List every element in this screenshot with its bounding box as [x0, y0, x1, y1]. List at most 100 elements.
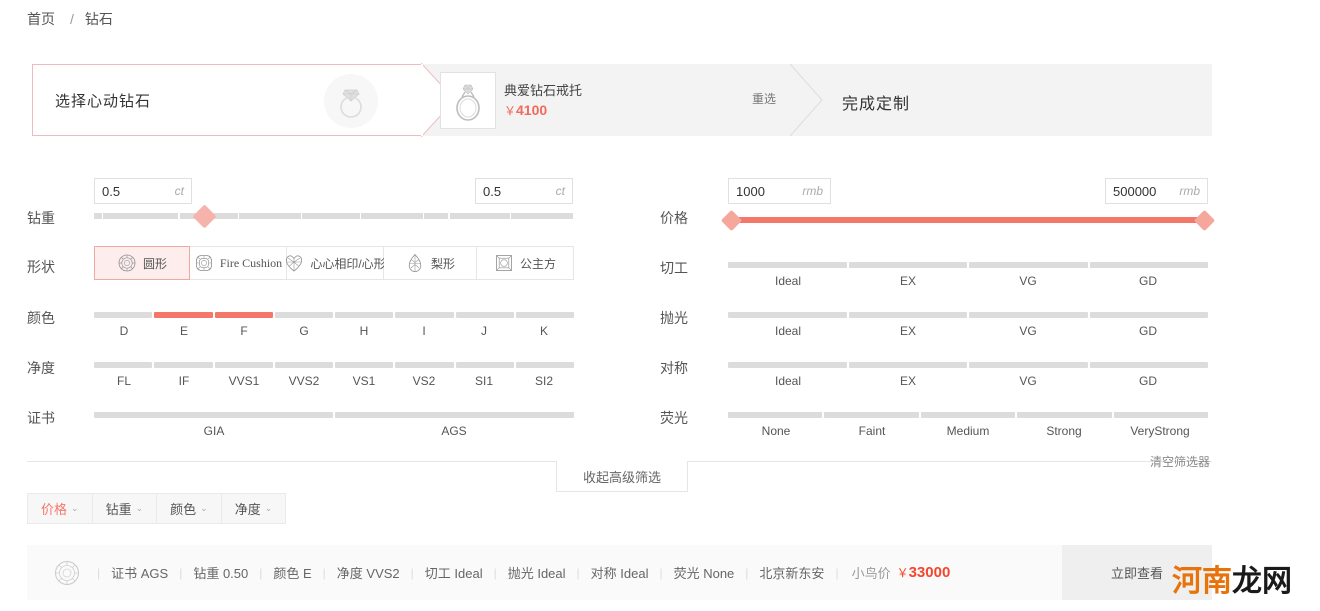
- symmetry-segment[interactable]: [848, 362, 967, 368]
- filter-row-fluorescence: 荧光 None Faint Medium Strong VeryStrong: [632, 400, 1252, 450]
- cut-labels: Ideal EX VG GD: [728, 274, 1208, 288]
- filter-chip-2[interactable]: 钻重 ⌄: [93, 494, 158, 523]
- fluorescence-segment[interactable]: [728, 412, 823, 418]
- shape-option-1[interactable]: 圆形: [94, 246, 190, 280]
- color-option-label: E: [179, 324, 188, 338]
- clarity-segment[interactable]: [335, 362, 394, 368]
- site-watermark: 河南龙网: [1172, 556, 1292, 600]
- carat-range-slider[interactable]: [94, 204, 574, 229]
- price-handle-max[interactable]: [1193, 209, 1216, 231]
- step-setting-name: 典爱钻石戒托: [504, 83, 583, 98]
- polish-option-label: VG: [1019, 324, 1037, 338]
- symmetry-track[interactable]: [728, 362, 1208, 368]
- customization-step-bar: 选择心动钻石 典爱钻石戒托 ￥4100 重选 完成定制: [32, 63, 1212, 137]
- certificate-segment[interactable]: [335, 412, 574, 418]
- chevron-down-icon: ⌄: [71, 503, 79, 513]
- color-labels: D E F G H I J K: [94, 324, 574, 338]
- collapse-advanced-filter-button[interactable]: 收起高级筛选: [556, 461, 688, 492]
- fluorescence-segment[interactable]: [1113, 412, 1209, 418]
- color-segment[interactable]: [335, 312, 394, 318]
- color-segment[interactable]: [274, 312, 333, 318]
- symmetry-option-label: EX: [899, 374, 916, 388]
- color-option-label: H: [359, 324, 369, 338]
- fluorescence-track[interactable]: [728, 412, 1209, 418]
- clarity-segment[interactable]: [94, 362, 153, 368]
- polish-segment[interactable]: [728, 312, 847, 318]
- step-select-diamond[interactable]: 选择心动钻石: [32, 64, 422, 136]
- breadcrumb-home[interactable]: 首页: [27, 9, 55, 29]
- color-segment[interactable]: [515, 312, 574, 318]
- price-max-unit: rmb: [1179, 184, 1200, 198]
- price-min-input[interactable]: 1000 rmb: [728, 178, 831, 204]
- cut-segment[interactable]: [848, 262, 967, 268]
- result-separator: |: [835, 565, 839, 580]
- clarity-segment[interactable]: [455, 362, 514, 368]
- shape-option-5[interactable]: 公主方: [477, 246, 574, 280]
- cut-segment[interactable]: [969, 262, 1088, 268]
- polish-track[interactable]: [728, 312, 1208, 318]
- certificate-track[interactable]: [94, 412, 574, 418]
- result-attribute: 荧光 None: [673, 566, 735, 581]
- carat-max-unit: ct: [555, 184, 565, 198]
- color-segment[interactable]: [395, 312, 454, 318]
- clarity-option-label: VS1: [352, 374, 376, 388]
- fluorescence-segment[interactable]: [920, 412, 1016, 418]
- certificate-segment[interactable]: [94, 412, 333, 418]
- fluorescence-segment[interactable]: [1017, 412, 1112, 418]
- symmetry-segment[interactable]: [1089, 362, 1208, 368]
- filter-chip-3[interactable]: 颜色 ⌄: [157, 494, 222, 523]
- carat-min-input[interactable]: 0.5 ct: [94, 178, 192, 204]
- price-range-slider[interactable]: [720, 209, 1216, 231]
- price-max-input[interactable]: 500000 rmb: [1105, 178, 1208, 204]
- cut-segment[interactable]: [1089, 262, 1208, 268]
- clarity-segment[interactable]: [515, 362, 574, 368]
- color-segment[interactable]: [94, 312, 153, 318]
- filter-chip-4[interactable]: 净度 ⌄: [222, 494, 286, 523]
- filter-label-shape: 形状: [27, 259, 55, 275]
- shape-option-label: Fire Cushion: [219, 255, 283, 270]
- carat-max-input[interactable]: 0.5 ct: [475, 178, 573, 204]
- filter-label-cut: 切工: [660, 260, 688, 276]
- shape-option-3[interactable]: 心心相印/心形: [286, 246, 386, 280]
- cut-segment[interactable]: [728, 262, 847, 268]
- clarity-segment[interactable]: [154, 362, 213, 368]
- result-attribute: 证书 AGS: [111, 566, 169, 581]
- color-segment[interactable]: [455, 312, 514, 318]
- round-diamond-icon: [52, 558, 82, 588]
- shape-option-2[interactable]: Fire Cushion: [190, 246, 287, 280]
- filter-row-color: 颜色 D E F G H I J K: [0, 300, 620, 350]
- color-segment[interactable]: [154, 312, 213, 318]
- polish-segment[interactable]: [848, 312, 967, 318]
- carat-track-segment: [511, 213, 573, 219]
- filter-row-symmetry: 对称 Ideal EX VG GD: [632, 350, 1252, 400]
- shape-option-4[interactable]: 梨形: [384, 246, 477, 280]
- polish-segment[interactable]: [969, 312, 1088, 318]
- fluorescence-segment[interactable]: [824, 412, 919, 418]
- price-handle-min[interactable]: [720, 209, 743, 231]
- result-separator: |: [576, 565, 580, 580]
- fluorescence-option-label: Medium: [946, 424, 990, 438]
- color-segment[interactable]: [214, 312, 273, 318]
- filter-chip-label: 颜色: [170, 502, 197, 517]
- cut-track[interactable]: [728, 262, 1208, 268]
- clarity-segment[interactable]: [395, 362, 454, 368]
- polish-segment[interactable]: [1089, 312, 1208, 318]
- clarity-segment[interactable]: [274, 362, 333, 368]
- princess-diamond-icon: [494, 253, 514, 273]
- result-price-amount: ￥33000: [897, 564, 951, 581]
- symmetry-segment[interactable]: [969, 362, 1088, 368]
- color-option-label: J: [481, 324, 487, 338]
- step-complete-label[interactable]: 完成定制: [842, 90, 910, 114]
- filter-chip-1[interactable]: 价格 ⌄: [28, 494, 93, 523]
- pear-diamond-icon: [405, 253, 425, 273]
- clear-filters-button[interactable]: 清空筛选器: [1150, 453, 1210, 470]
- step-selected-setting[interactable]: 典爱钻石戒托 ￥4100 重选: [432, 64, 797, 136]
- step-reselect-button[interactable]: 重选: [752, 90, 776, 107]
- cut-option-label: VG: [1019, 274, 1037, 288]
- color-track[interactable]: [94, 312, 574, 318]
- clarity-segment[interactable]: [214, 362, 273, 368]
- clarity-track[interactable]: [94, 362, 574, 368]
- symmetry-segment[interactable]: [728, 362, 847, 368]
- filter-label-color: 颜色: [27, 310, 55, 326]
- carat-slider-handle[interactable]: [192, 204, 217, 229]
